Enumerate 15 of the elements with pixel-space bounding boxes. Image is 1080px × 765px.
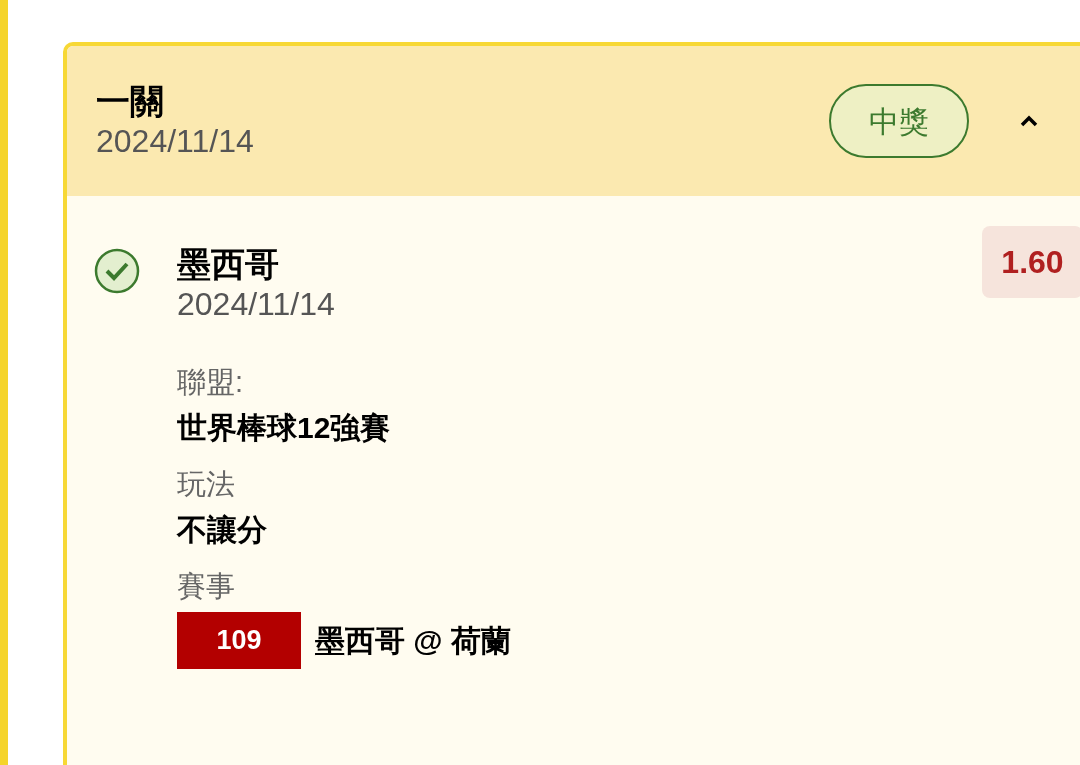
- field-value: 墨西哥 @ 荷蘭: [315, 622, 511, 659]
- card-header[interactable]: 一關 2024/11/14 中獎: [67, 46, 1080, 196]
- field-label: 聯盟:: [177, 365, 245, 400]
- team-name: 墨西哥: [177, 244, 280, 284]
- field-value: 世界棒球12強賽: [177, 410, 391, 446]
- odds-badge: 1.60: [982, 226, 1080, 298]
- field-label: 賽事: [177, 569, 236, 604]
- status-badge: 中獎: [829, 84, 969, 158]
- field-value: 不讓分: [177, 512, 267, 548]
- caret-up-icon[interactable]: [1019, 114, 1039, 128]
- match-date: 2024/11/14: [177, 285, 336, 324]
- match-number: 109: [177, 612, 301, 669]
- bet-type: 一關: [96, 81, 165, 121]
- bet-date: 2024/11/14: [96, 122, 255, 161]
- field-label: 玩法: [177, 467, 236, 502]
